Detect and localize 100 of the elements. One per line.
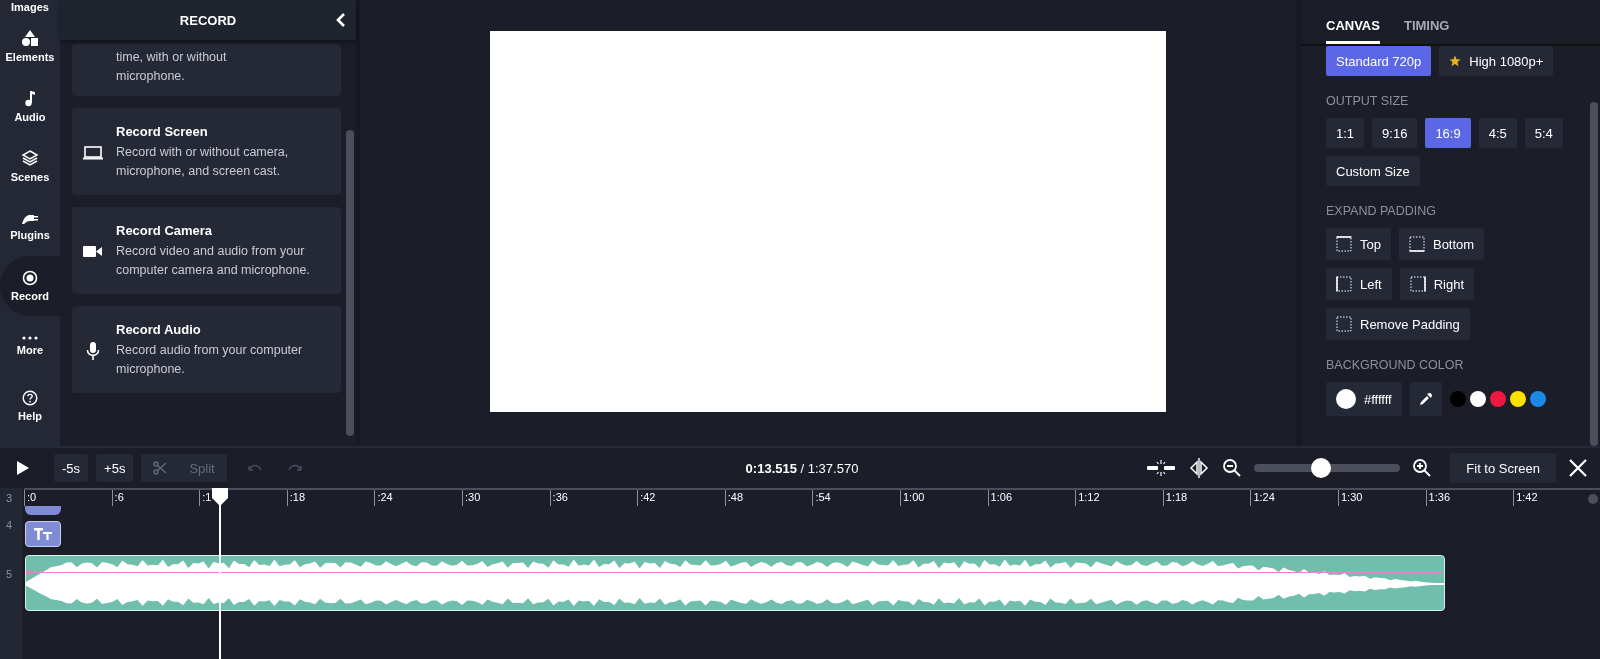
nav-label: Audio — [14, 111, 46, 123]
padding-button[interactable]: Left — [1326, 268, 1392, 300]
color-swatch[interactable] — [1489, 391, 1506, 407]
eyedropper-icon — [1418, 392, 1433, 406]
ruler-tick: :54 — [812, 490, 831, 506]
more-icon — [22, 336, 38, 340]
color-swatch[interactable] — [1509, 391, 1526, 407]
ruler-tick: 1:30 — [1338, 490, 1363, 506]
record-option-card[interactable]: Record Camera Record video and audio from your computer camera and microphone. — [72, 207, 341, 294]
record-option-card[interactable]: time, with or without microphone. — [72, 44, 341, 96]
ruler-tick: :1 — [199, 490, 212, 506]
ruler-tick: :36 — [549, 490, 568, 506]
nav-label: Images — [11, 1, 49, 13]
zoom-in-icon[interactable] — [1412, 458, 1433, 478]
padding-icon — [1409, 276, 1426, 292]
back-chevron-icon[interactable] — [334, 12, 346, 28]
nav-label: Record — [11, 290, 49, 302]
text-clip[interactable] — [25, 521, 61, 547]
play-icon[interactable] — [16, 460, 30, 476]
zoom-slider[interactable] — [1254, 458, 1401, 478]
snap-icon[interactable] — [1146, 459, 1177, 477]
nav-item[interactable]: More — [0, 316, 60, 376]
padding-button[interactable]: Bottom — [1398, 228, 1485, 260]
playhead-handle[interactable] — [212, 488, 228, 506]
quality-button[interactable]: Standard 720p — [1326, 46, 1432, 76]
record-option-card[interactable]: Record Screen Record with or without camera, microphone, and screen cast. — [72, 108, 341, 195]
microphone-icon — [86, 340, 100, 361]
playback-time: 0:13.515 / 1:37.570 — [745, 460, 859, 476]
help-icon — [22, 390, 38, 406]
panel-title: RECORD — [179, 12, 237, 28]
eyedropper-button[interactable] — [1409, 382, 1442, 416]
fit-to-screen-button[interactable]: Fit to Screen — [1450, 453, 1556, 483]
nav-item[interactable]: Audio — [0, 76, 60, 136]
layers-icon — [21, 149, 39, 167]
audio-clip[interactable] — [25, 555, 1445, 611]
size-button[interactable]: 5:4 — [1524, 118, 1563, 148]
ruler-tick: 1:00 — [900, 490, 925, 506]
ruler-tick: :48 — [724, 490, 744, 506]
skip-forward-button[interactable]: +5s — [96, 454, 134, 482]
nav-item[interactable]: Images — [0, 0, 60, 16]
padding-button[interactable]: Remove Padding — [1326, 308, 1470, 340]
settings-tab[interactable]: TIMING — [1403, 18, 1450, 44]
music-note-icon — [23, 89, 37, 107]
color-swatch[interactable] — [1529, 391, 1546, 407]
record-option-card[interactable]: Record Audio Record audio from your computer microphone. — [72, 306, 341, 393]
ruler-tick: 1:12 — [1075, 490, 1100, 506]
size-button[interactable]: 16:9 — [1425, 118, 1471, 148]
section-label: OUTPUT SIZE — [1326, 94, 1410, 108]
ruler-tick: 1:18 — [1162, 490, 1188, 506]
ruler-tick: :24 — [374, 490, 393, 506]
section-label: BACKGROUND COLOR — [1326, 358, 1465, 372]
star-icon — [1449, 55, 1462, 67]
nav-item[interactable]: Record — [0, 256, 60, 316]
nav-item[interactable]: Elements — [0, 16, 60, 76]
quality-button[interactable]: High 1080p+ — [1439, 46, 1554, 76]
nav-label: Plugins — [10, 229, 50, 241]
section-label: EXPAND PADDING — [1326, 204, 1437, 218]
split-view-icon[interactable] — [1188, 458, 1211, 478]
padding-icon — [1336, 236, 1352, 252]
track-number: 5 — [5, 568, 14, 580]
card-title: Record Audio — [116, 322, 202, 337]
video-camera-icon — [83, 245, 103, 258]
nav-item[interactable]: Scenes — [0, 136, 60, 196]
ruler-tick: :18 — [286, 490, 306, 506]
nav-item[interactable]: Help — [0, 376, 60, 436]
timeline-clip[interactable] — [25, 506, 61, 515]
size-button[interactable]: 4:5 — [1478, 118, 1517, 148]
scrollbar[interactable] — [346, 130, 354, 436]
scissors-icon — [153, 461, 168, 475]
color-picker-button[interactable]: #ffffff — [1326, 382, 1402, 416]
skip-back-button[interactable]: -5s — [54, 454, 89, 482]
card-title: Record Screen — [116, 124, 209, 139]
padding-button[interactable]: Top — [1326, 228, 1391, 260]
card-description: Record with or without camera, microphone, and screen cast. — [116, 144, 290, 180]
color-swatch[interactable] — [1449, 391, 1466, 407]
track-number: 3 — [5, 492, 14, 504]
color-swatch[interactable] — [1469, 391, 1486, 407]
ruler-tick: 1:24 — [1250, 490, 1275, 506]
card-title: Record Camera — [116, 223, 214, 238]
scrollbar[interactable] — [1590, 102, 1598, 446]
padding-button[interactable]: Right — [1399, 268, 1475, 300]
nav-label: More — [16, 344, 44, 356]
ruler-tick: :30 — [462, 490, 481, 506]
close-icon[interactable] — [1568, 458, 1588, 478]
shapes-icon — [21, 29, 39, 47]
nav-label: Scenes — [10, 171, 50, 183]
size-button[interactable]: Custom Size — [1326, 156, 1420, 186]
nav-label: Elements — [5, 51, 55, 63]
size-button[interactable]: 9:16 — [1372, 118, 1418, 148]
scrollbar-thumb[interactable] — [1588, 494, 1598, 504]
size-button[interactable]: 1:1 — [1326, 118, 1365, 148]
ruler-tick: 1:36 — [1425, 490, 1450, 506]
ruler-tick: 1:42 — [1513, 490, 1538, 506]
color-preview-icon — [1336, 389, 1356, 409]
slider-thumb[interactable] — [1311, 458, 1331, 478]
nav-item[interactable]: Plugins — [0, 196, 60, 256]
ruler-tick: :42 — [637, 490, 656, 506]
laptop-icon — [82, 144, 104, 161]
card-description: Record video and audio from your computer camera and microphone. — [116, 243, 311, 279]
zoom-out-icon[interactable] — [1222, 458, 1243, 478]
